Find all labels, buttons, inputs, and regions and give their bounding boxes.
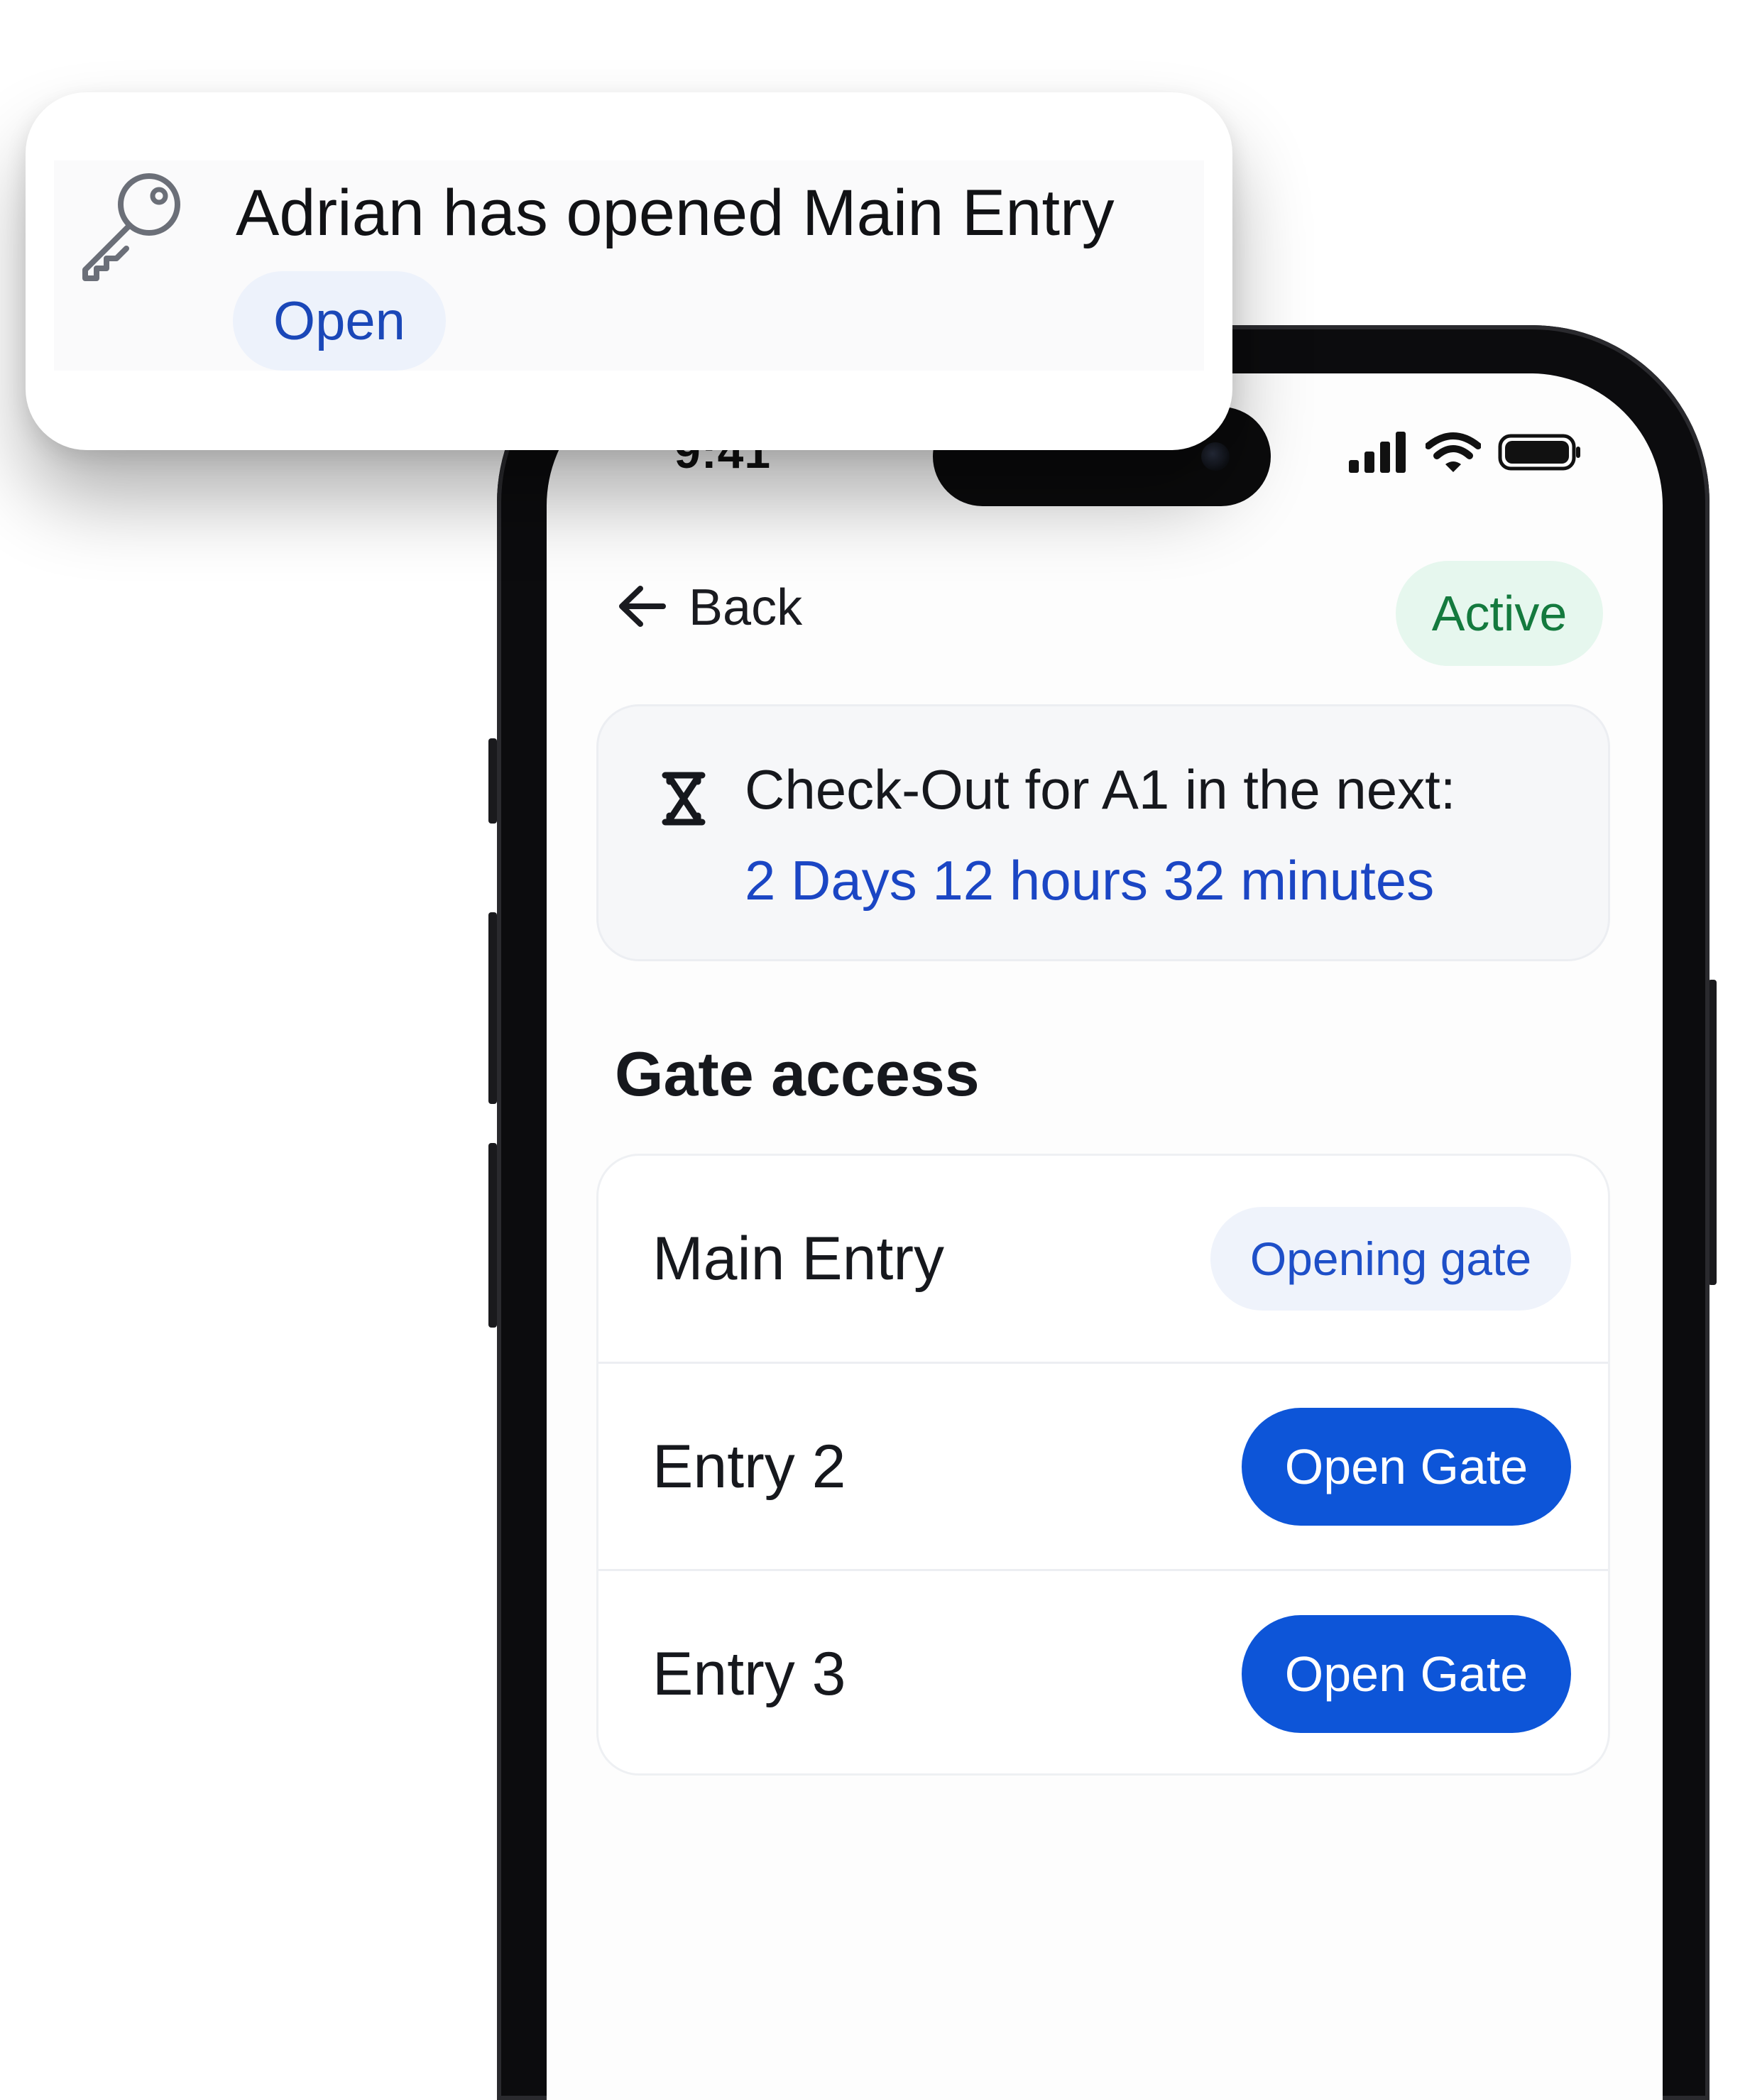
battery-icon: [1498, 432, 1582, 476]
gate-name: Entry 3: [652, 1640, 846, 1708]
notification-toast[interactable]: Adrian has opened Main Entry Open: [26, 92, 1232, 450]
status-badge: Active: [1396, 561, 1603, 666]
checkout-label: Check-Out for A1 in the next:: [745, 758, 1456, 821]
gate-row-main-entry: Main Entry Opening gate: [598, 1156, 1608, 1362]
back-button[interactable]: Back: [616, 579, 802, 637]
notification-open-button[interactable]: Open: [233, 271, 446, 371]
gate-name: Main Entry: [652, 1225, 945, 1293]
phone-volume-down-button: [488, 1143, 497, 1328]
section-title: Gate access: [615, 1039, 980, 1109]
checkout-remaining-time: 2 Days 12 hours 32 minutes: [745, 849, 1435, 912]
status-icons: [1349, 432, 1582, 476]
gate-name: Entry 2: [652, 1433, 846, 1501]
wifi-icon: [1425, 432, 1482, 476]
gates-list: Main Entry Opening gate Entry 2 Open Gat…: [596, 1154, 1610, 1776]
cellular-signal-icon: [1349, 432, 1408, 476]
front-camera: [1201, 442, 1230, 471]
checkout-card: Check-Out for A1 in the next: 2 Days 12 …: [596, 704, 1610, 961]
notification-message: Adrian has opened Main Entry: [236, 177, 1115, 249]
key-icon: [75, 168, 189, 285]
gate-row-entry-2: Entry 2 Open Gate: [598, 1364, 1608, 1570]
hourglass-icon: [661, 772, 706, 829]
phone-action-button: [488, 738, 497, 824]
open-gate-button[interactable]: Open Gate: [1242, 1408, 1571, 1526]
back-label: Back: [689, 579, 803, 636]
opening-gate-status: Opening gate: [1210, 1207, 1571, 1311]
gate-row-entry-3: Entry 3 Open Gate: [598, 1571, 1608, 1773]
open-gate-button[interactable]: Open Gate: [1242, 1615, 1571, 1733]
phone-volume-up-button: [488, 912, 497, 1104]
arrow-left-icon: [616, 583, 667, 633]
